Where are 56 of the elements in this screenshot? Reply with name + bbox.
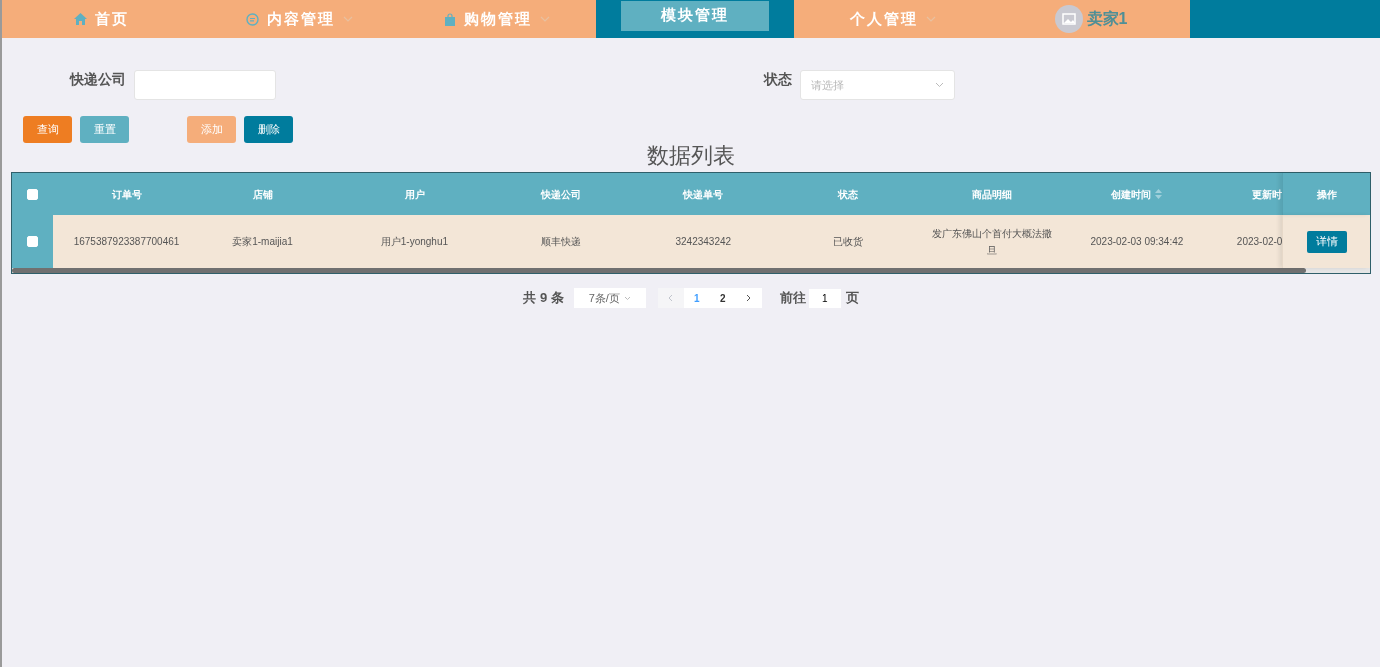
page-button[interactable]: 1 (683, 288, 710, 308)
caret-icon (926, 16, 936, 22)
table-cell-text: 3242343242 (675, 235, 732, 249)
column-header: 订单号 (111, 187, 142, 202)
column-header[interactable]: 创建时间 (1111, 186, 1163, 202)
table-cell-text: 已收货 (832, 235, 863, 249)
column-header: 快递单号 (683, 187, 724, 202)
table-title: 数据列表 (646, 143, 736, 169)
column-header: 快递公司 (541, 187, 582, 202)
goto-label: 前往 (779, 289, 806, 308)
action-button[interactable]: 删除 (244, 116, 293, 143)
table-cell-text: 发广东佛山个首付大概法撒旦 (931, 226, 1054, 258)
column-header: 商品明细 (972, 187, 1013, 202)
avatar-icon[interactable] (1054, 5, 1083, 33)
table-cell-text: 2023-02-0 (1236, 235, 1283, 249)
filter-label: 状态 (764, 70, 792, 88)
input-field[interactable] (134, 70, 276, 100)
page-button[interactable]: 2 (709, 288, 736, 308)
chat-icon (245, 12, 259, 26)
details-button[interactable]: 详情 (1306, 230, 1347, 253)
bag-icon (444, 12, 456, 26)
column-header: 更新时 (1252, 187, 1283, 202)
nav-tab[interactable]: 模块管理 (621, 0, 769, 31)
column-header: 店铺 (252, 187, 273, 202)
sort-icon[interactable] (1155, 189, 1163, 199)
scrollbar-thumb[interactable] (12, 268, 1306, 273)
table-cell-text: 顺丰快递 (541, 235, 582, 249)
caret-icon (540, 16, 550, 22)
action-button[interactable]: 查询 (23, 116, 72, 143)
home-icon (73, 13, 87, 25)
next-page-button[interactable] (735, 288, 762, 308)
user-name[interactable]: 卖家1 (1086, 7, 1128, 31)
action-button[interactable]: 重置 (80, 116, 129, 143)
table-cell-text: 用户1-yonghu1 (380, 235, 449, 249)
checkbox[interactable] (26, 236, 38, 247)
caret-icon (342, 16, 353, 22)
column-header: 用户 (404, 187, 425, 202)
action-button[interactable]: 添加 (187, 116, 236, 143)
chevron-down-icon (935, 82, 944, 88)
page-input[interactable]: 1 (808, 288, 841, 308)
column-header: 操作 (1316, 187, 1337, 202)
filter-label: 快递公司 (70, 70, 126, 88)
column-header: 状态 (837, 187, 858, 202)
chevron-down-icon (623, 295, 631, 301)
chevron-right-icon (746, 294, 752, 302)
checkbox[interactable] (26, 188, 38, 200)
chevron-left-icon (668, 294, 674, 302)
page-suffix: 页 (845, 289, 859, 308)
table-cell-text: 1675387923387700461 (73, 235, 180, 249)
nav-tab[interactable]: 首页 (73, 7, 129, 31)
select-field[interactable]: 请选择 (800, 70, 955, 100)
total-count: 共 9 条 (523, 289, 564, 308)
prev-page-button[interactable] (657, 288, 684, 308)
table-cell-text: 2023-02-03 09:34:42 (1090, 235, 1184, 249)
table-cell-text: 卖家1-maijia1 (232, 235, 293, 249)
page-size-select[interactable]: 7条/页 (573, 288, 646, 308)
